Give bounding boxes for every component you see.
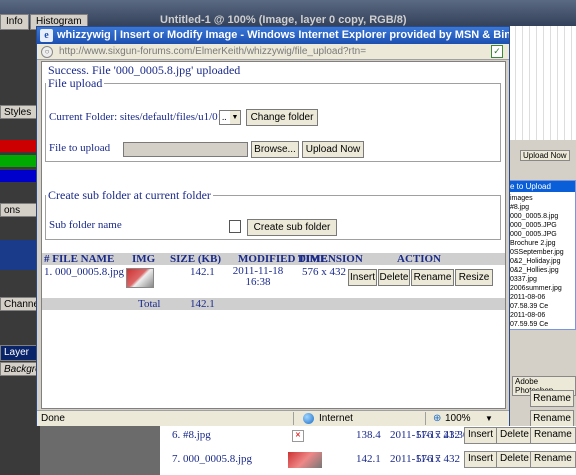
- swatch-red[interactable]: [0, 140, 38, 152]
- url-text: http://www.sixgun-forums.com/ElmerKeith/…: [59, 46, 367, 57]
- browse-button[interactable]: Browse...: [251, 141, 299, 158]
- status-text: Done: [41, 413, 65, 424]
- ie-logo-icon: e: [40, 29, 53, 42]
- col-img: IMG: [132, 253, 156, 265]
- window-titlebar[interactable]: e whizzywig | Insert or Modify Image - W…: [37, 27, 509, 44]
- zoom-level[interactable]: 100%: [445, 413, 471, 424]
- create-subfolder-button[interactable]: Create sub folder: [247, 219, 337, 236]
- col-file-name: # FILE NAME: [44, 253, 115, 265]
- file-to-upload-label: File to upload: [49, 142, 111, 154]
- bg-rename-button-1[interactable]: Rename: [530, 390, 574, 407]
- bg-rename-button[interactable]: Rename: [530, 427, 576, 444]
- page-loading-icon: ○: [41, 46, 53, 58]
- upload-file-list[interactable]: images #8.jpg 000_0005.8.jpg 000_0005.JP…: [508, 192, 575, 331]
- subfolder-name-label: Sub folder name: [49, 219, 122, 231]
- background-left-panels: [0, 0, 40, 475]
- file-table-header: # FILE NAME IMG SIZE (KB) MODIFIED TIME …: [42, 253, 505, 265]
- file-name-link[interactable]: 1. 000_0005.8.jpg: [44, 266, 124, 278]
- delete-button[interactable]: Delete: [378, 269, 410, 286]
- file-path-input[interactable]: [123, 142, 248, 157]
- swatch-green[interactable]: [0, 155, 38, 167]
- window-title: whizzywig | Insert or Modify Image - Win…: [57, 29, 509, 41]
- globe-icon: [303, 413, 314, 424]
- table-row: 1. 000_0005.8.jpg 142.1 2011-11-18 16:38…: [42, 266, 505, 300]
- swatch-blue[interactable]: [0, 170, 38, 182]
- total-label: Total: [138, 298, 161, 310]
- channels-panel-tab[interactable]: Channels: [0, 297, 46, 311]
- total-size: 142.1: [190, 298, 215, 310]
- status-bar: Done Internet ⊕ 100% ▼: [37, 410, 509, 426]
- security-zone[interactable]: Internet: [319, 413, 353, 424]
- col-dimension: DIMENSION: [298, 253, 363, 265]
- file-upload-fieldset: File upload Current Folder: sites/defaul…: [45, 76, 501, 162]
- bg-upload-now-button[interactable]: Upload Now: [520, 150, 570, 161]
- actions-panel-tab[interactable]: ons: [0, 203, 40, 217]
- ie-popup-window: e whizzywig | Insert or Modify Image - W…: [36, 26, 510, 426]
- image-thumbnail: [288, 452, 322, 468]
- broken-image-icon: ×: [292, 430, 304, 442]
- address-bar[interactable]: ○ http://www.sixgun-forums.com/ElmerKeit…: [37, 44, 509, 60]
- file-size: 142.1: [190, 266, 215, 278]
- photoshop-document-title: Untitled-1 @ 100% (Image, layer 0 copy, …: [160, 14, 407, 26]
- zoom-dropdown-icon[interactable]: ▼: [485, 414, 493, 423]
- background-file-table: 6. #8.jpg × 138.4 2011-11-17 21:36 576 x…: [160, 426, 576, 475]
- col-action: ACTION: [397, 253, 442, 265]
- subfolder-fieldset: Create sub folder at current folder Sub …: [45, 188, 501, 240]
- file-dimension: 576 x 432: [302, 266, 346, 278]
- table-row: 6. #8.jpg × 138.4 2011-11-17 21:36 576 x…: [160, 426, 576, 446]
- bg-rename-button-2[interactable]: Rename: [530, 410, 574, 427]
- bg-insert-button[interactable]: Insert: [464, 427, 498, 444]
- bg-delete-button[interactable]: Delete: [496, 451, 533, 468]
- change-folder-button[interactable]: Change folder: [246, 109, 318, 126]
- layer-panel-row[interactable]: Layer: [0, 345, 40, 361]
- swatch-gradient: [0, 240, 38, 270]
- insert-button[interactable]: Insert: [348, 269, 377, 286]
- bg-delete-button[interactable]: Delete: [496, 427, 533, 444]
- file-modified: 2011-11-18 16:38: [232, 265, 284, 288]
- compatibility-icon[interactable]: ✓: [491, 45, 503, 58]
- rename-button[interactable]: Rename: [411, 269, 454, 286]
- upload-dialog-title: e to Upload: [508, 181, 575, 192]
- image-thumbnail[interactable]: [126, 268, 154, 288]
- background-layer-row[interactable]: Backgro: [0, 362, 41, 376]
- styles-panel-tab[interactable]: Styles: [0, 105, 40, 119]
- info-tab[interactable]: Info: [0, 14, 29, 30]
- bg-insert-button[interactable]: Insert: [464, 451, 498, 468]
- upload-now-button[interactable]: Upload Now: [302, 141, 364, 158]
- file-upload-legend: File upload: [48, 76, 103, 90]
- col-size: SIZE (KB): [170, 253, 222, 265]
- zoom-icon[interactable]: ⊕: [433, 413, 441, 424]
- bg-rename-button[interactable]: Rename: [530, 451, 576, 468]
- subfolder-name-input[interactable]: [229, 220, 241, 233]
- page-content: Success. File '000_0005.8.jpg' uploaded …: [41, 61, 506, 409]
- folder-select[interactable]: .. ▼: [219, 110, 241, 125]
- subfolder-legend: Create sub folder at current folder: [48, 188, 211, 202]
- resize-button[interactable]: Resize: [455, 269, 493, 286]
- table-row: 7. 000_0005.8.jpg 142.1 2011-11-17 576 x…: [160, 450, 576, 470]
- current-folder-label: Current Folder: sites/default/files/u1/0…: [49, 111, 224, 123]
- total-row: Total 142.1: [42, 298, 505, 310]
- chevron-down-icon: ▼: [230, 111, 240, 124]
- background-upload-dialog: e to Upload images #8.jpg 000_0005.8.jpg…: [507, 180, 576, 330]
